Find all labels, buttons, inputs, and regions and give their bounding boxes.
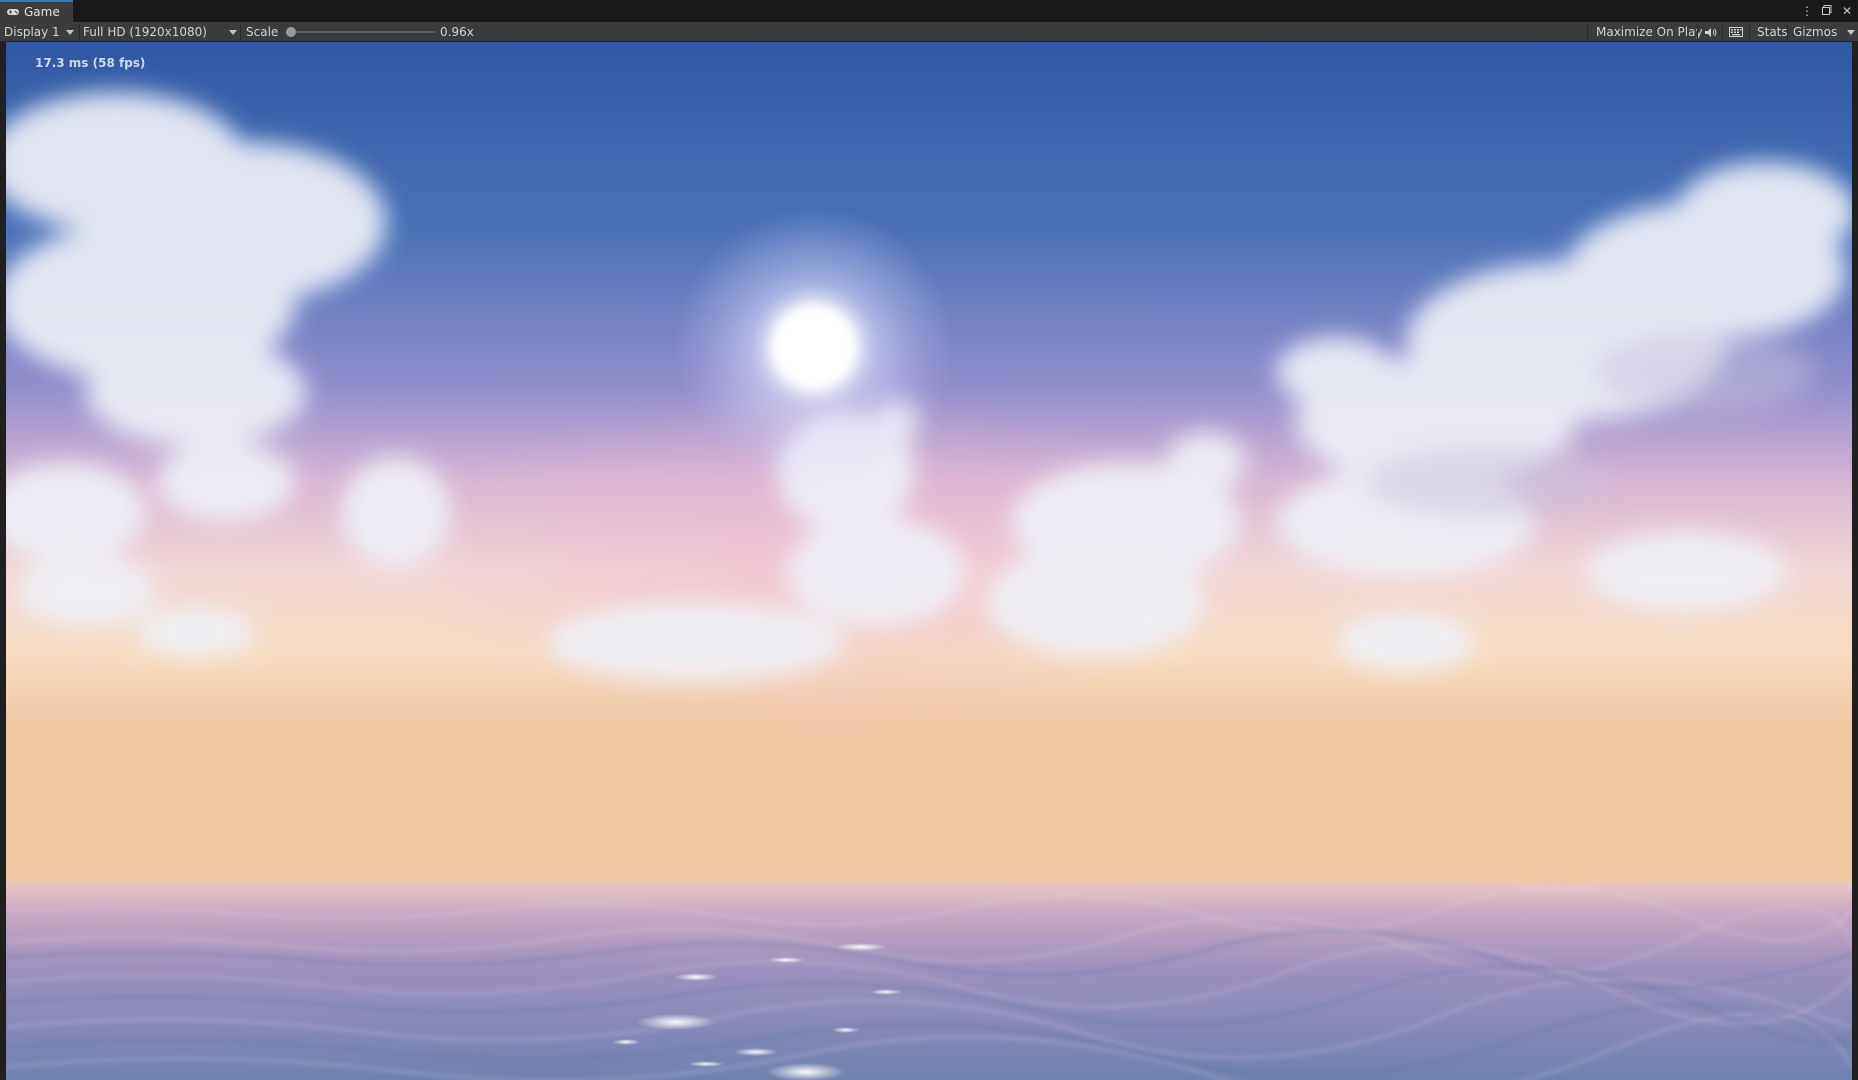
chevron-down-icon	[1847, 29, 1855, 35]
speaker-icon	[1704, 27, 1716, 37]
chevron-down-icon	[66, 29, 74, 35]
display-label: Display 1	[4, 25, 60, 39]
keyboard-toggle[interactable]	[1725, 22, 1747, 42]
resolution-label: Full HD (1920x1080)	[83, 25, 207, 39]
scale-slider-thumb[interactable]	[286, 27, 296, 37]
keyboard-icon	[1729, 27, 1743, 37]
gizmos-label: Gizmos	[1793, 25, 1838, 39]
game-viewport[interactable]: 17.3 ms (58 fps)	[6, 42, 1852, 1080]
game-view-frame: 17.3 ms (58 fps)	[0, 42, 1858, 1080]
divider	[1697, 24, 1698, 40]
divider	[79, 24, 80, 40]
maximize-icon[interactable]	[1820, 2, 1834, 20]
resolution-dropdown[interactable]: Full HD (1920x1080)	[83, 22, 237, 42]
divider	[240, 24, 241, 40]
game-view-toolbar: Display 1 Full HD (1920x1080) Scale 0.96…	[0, 22, 1858, 42]
gizmos-dropdown[interactable]: Gizmos	[1793, 22, 1855, 42]
scale-slider[interactable]	[286, 27, 435, 37]
rendered-scene	[6, 42, 1852, 1080]
divider	[1787, 24, 1788, 40]
tab-label: Game	[24, 5, 60, 19]
tab-game[interactable]: Game	[0, 0, 73, 22]
more-options-icon[interactable]: ⋮	[1800, 2, 1814, 20]
close-icon[interactable]: ✕	[1840, 2, 1854, 20]
gamepad-icon	[7, 9, 19, 15]
maximize-on-play-toggle[interactable]: Maximize On Play	[1589, 22, 1710, 42]
scale-value: 0.96x	[440, 25, 474, 39]
window-controls: ⋮ ✕	[1800, 2, 1854, 20]
chevron-down-icon	[229, 29, 237, 35]
tab-strip: Game ⋮ ✕	[0, 0, 1858, 22]
scale-label: Scale	[246, 25, 279, 39]
frame-time-readout: 17.3 ms (58 fps)	[35, 56, 146, 70]
audio-toggle[interactable]	[1700, 22, 1720, 42]
divider	[1587, 24, 1588, 40]
display-dropdown[interactable]: Display 1	[4, 22, 77, 42]
divider	[1722, 24, 1723, 40]
